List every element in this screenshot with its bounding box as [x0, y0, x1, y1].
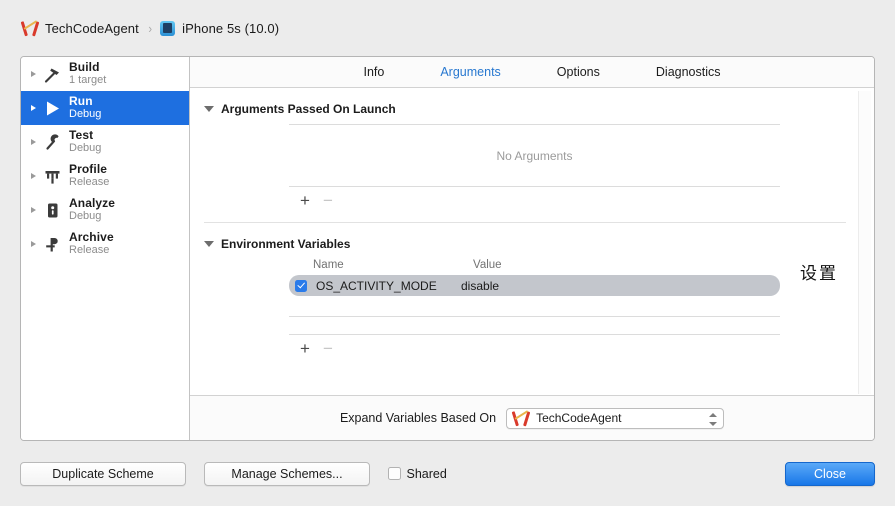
- expand-variables-label: Expand Variables Based On: [339, 411, 497, 425]
- environment-variable-name[interactable]: OS_ACTIVITY_MODE: [316, 279, 461, 293]
- arguments-section-title: Arguments Passed On Launch: [221, 102, 396, 116]
- settings-annotation: 设置: [800, 264, 838, 284]
- vertical-scrollbar[interactable]: [858, 91, 871, 394]
- footer-bar: Duplicate Scheme Manage Schemes... Share…: [0, 441, 895, 506]
- column-header-value: Value: [473, 259, 502, 271]
- disclosure-triangle-icon[interactable]: [29, 137, 40, 148]
- xcode-icon: [20, 19, 39, 37]
- shared-label: Shared: [406, 466, 447, 481]
- sidebar-item-subtitle: Release: [69, 176, 110, 189]
- breadcrumb-destination-label: iPhone 5s (10.0): [182, 20, 280, 36]
- remove-environment-variable-button[interactable]: −: [323, 340, 333, 357]
- scheme-editor-window: TechCodeAgent › iPhone 5s (10.0) Build 1…: [0, 0, 895, 506]
- iphone-simulator-icon: [159, 20, 176, 37]
- chevron-updown-icon[interactable]: [708, 412, 718, 427]
- sidebar-item-title: Archive: [69, 230, 114, 245]
- disclosure-triangle-icon[interactable]: [29, 239, 40, 250]
- environment-section-title: Environment Variables: [221, 237, 351, 251]
- sidebar-item-build[interactable]: Build 1 target: [21, 57, 189, 91]
- disclosure-triangle-icon[interactable]: [204, 241, 214, 247]
- tab-bar: Info Arguments Options Diagnostics: [190, 57, 874, 88]
- expand-variables-selected-target: TechCodeAgent: [536, 411, 622, 425]
- sidebar-item-profile[interactable]: Profile Release: [21, 159, 189, 193]
- sidebar-item-subtitle: Debug: [69, 108, 102, 121]
- tab-diagnostics[interactable]: Diagnostics: [652, 63, 725, 81]
- sidebar-item-run[interactable]: Run Debug: [21, 91, 189, 125]
- sidebar-item-analyze[interactable]: Analyze Debug: [21, 193, 189, 227]
- tab-arguments[interactable]: Arguments: [436, 63, 504, 81]
- scheme-actions-sidebar: Build 1 target Run Debug Test Debug Prof…: [21, 57, 190, 440]
- arguments-add-remove-controls: + −: [289, 187, 780, 209]
- archive-icon: [42, 234, 63, 255]
- section-divider: [204, 222, 846, 223]
- breadcrumb-project[interactable]: TechCodeAgent: [20, 19, 139, 37]
- scheme-content: Info Arguments Options Diagnostics Argum…: [190, 57, 874, 440]
- hammer-icon: [42, 64, 63, 85]
- disclosure-triangle-icon[interactable]: [29, 69, 40, 80]
- arguments-section-header[interactable]: Arguments Passed On Launch: [204, 102, 858, 116]
- expand-variables-dropdown[interactable]: TechCodeAgent: [506, 407, 725, 429]
- arguments-table: No Arguments + −: [204, 124, 858, 209]
- sidebar-item-title: Run: [69, 94, 93, 109]
- table-row[interactable]: OS_ACTIVITY_MODE disable: [289, 275, 780, 296]
- sidebar-item-archive[interactable]: Archive Release: [21, 227, 189, 261]
- sidebar-item-subtitle: Debug: [69, 142, 102, 155]
- environment-column-headers: Name Value: [289, 259, 780, 271]
- tab-options[interactable]: Options: [553, 63, 604, 81]
- disclosure-triangle-icon[interactable]: [204, 106, 214, 112]
- play-icon: [42, 98, 63, 119]
- settings-scroll-area: Arguments Passed On Launch No Arguments …: [192, 90, 872, 395]
- environment-add-remove-controls: + −: [289, 335, 780, 357]
- disclosure-triangle-icon[interactable]: [29, 103, 40, 114]
- breadcrumb-destination[interactable]: iPhone 5s (10.0): [159, 20, 279, 37]
- breadcrumb: TechCodeAgent › iPhone 5s (10.0): [0, 0, 895, 56]
- sidebar-item-title: Analyze: [69, 196, 116, 211]
- sidebar-item-test[interactable]: Test Debug: [21, 125, 189, 159]
- analyze-icon: [42, 200, 63, 221]
- add-argument-button[interactable]: +: [300, 192, 310, 209]
- xcode-icon: [511, 409, 530, 427]
- gauge-icon: [42, 166, 63, 187]
- sidebar-item-title: Profile: [69, 162, 108, 177]
- add-environment-variable-button[interactable]: +: [300, 340, 310, 357]
- shared-checkbox-group[interactable]: Shared: [388, 467, 447, 481]
- sidebar-item-subtitle: Release: [69, 244, 110, 257]
- environment-table: 设置 Name Value OS_ACTIVITY_MODE disable +…: [204, 259, 858, 357]
- expand-variables-bar: Expand Variables Based On TechCodeAgent: [190, 395, 874, 440]
- breadcrumb-separator-icon: ›: [148, 20, 152, 36]
- duplicate-scheme-button[interactable]: Duplicate Scheme: [20, 461, 186, 486]
- sidebar-item-subtitle: 1 target: [69, 74, 107, 87]
- disclosure-triangle-icon[interactable]: [29, 171, 40, 182]
- breadcrumb-project-label: TechCodeAgent: [45, 20, 139, 36]
- disclosure-triangle-icon[interactable]: [29, 205, 40, 216]
- environment-variable-value[interactable]: disable: [461, 279, 780, 293]
- shared-checkbox[interactable]: [388, 467, 401, 480]
- column-header-name: Name: [313, 259, 344, 271]
- tab-info[interactable]: Info: [359, 63, 388, 81]
- sidebar-item-subtitle: Debug: [69, 210, 102, 223]
- sidebar-item-title: Test: [69, 128, 94, 143]
- scheme-panel: Build 1 target Run Debug Test Debug Prof…: [20, 56, 875, 441]
- sidebar-item-title: Build: [69, 60, 100, 75]
- close-button[interactable]: Close: [785, 461, 875, 486]
- environment-section-header[interactable]: Environment Variables: [204, 237, 858, 251]
- wrench-icon: [42, 132, 63, 153]
- remove-argument-button: −: [322, 191, 333, 210]
- manage-schemes-button[interactable]: Manage Schemes...: [204, 461, 370, 486]
- arguments-empty-message: No Arguments: [496, 149, 573, 163]
- environment-variable-checkbox[interactable]: [295, 279, 307, 292]
